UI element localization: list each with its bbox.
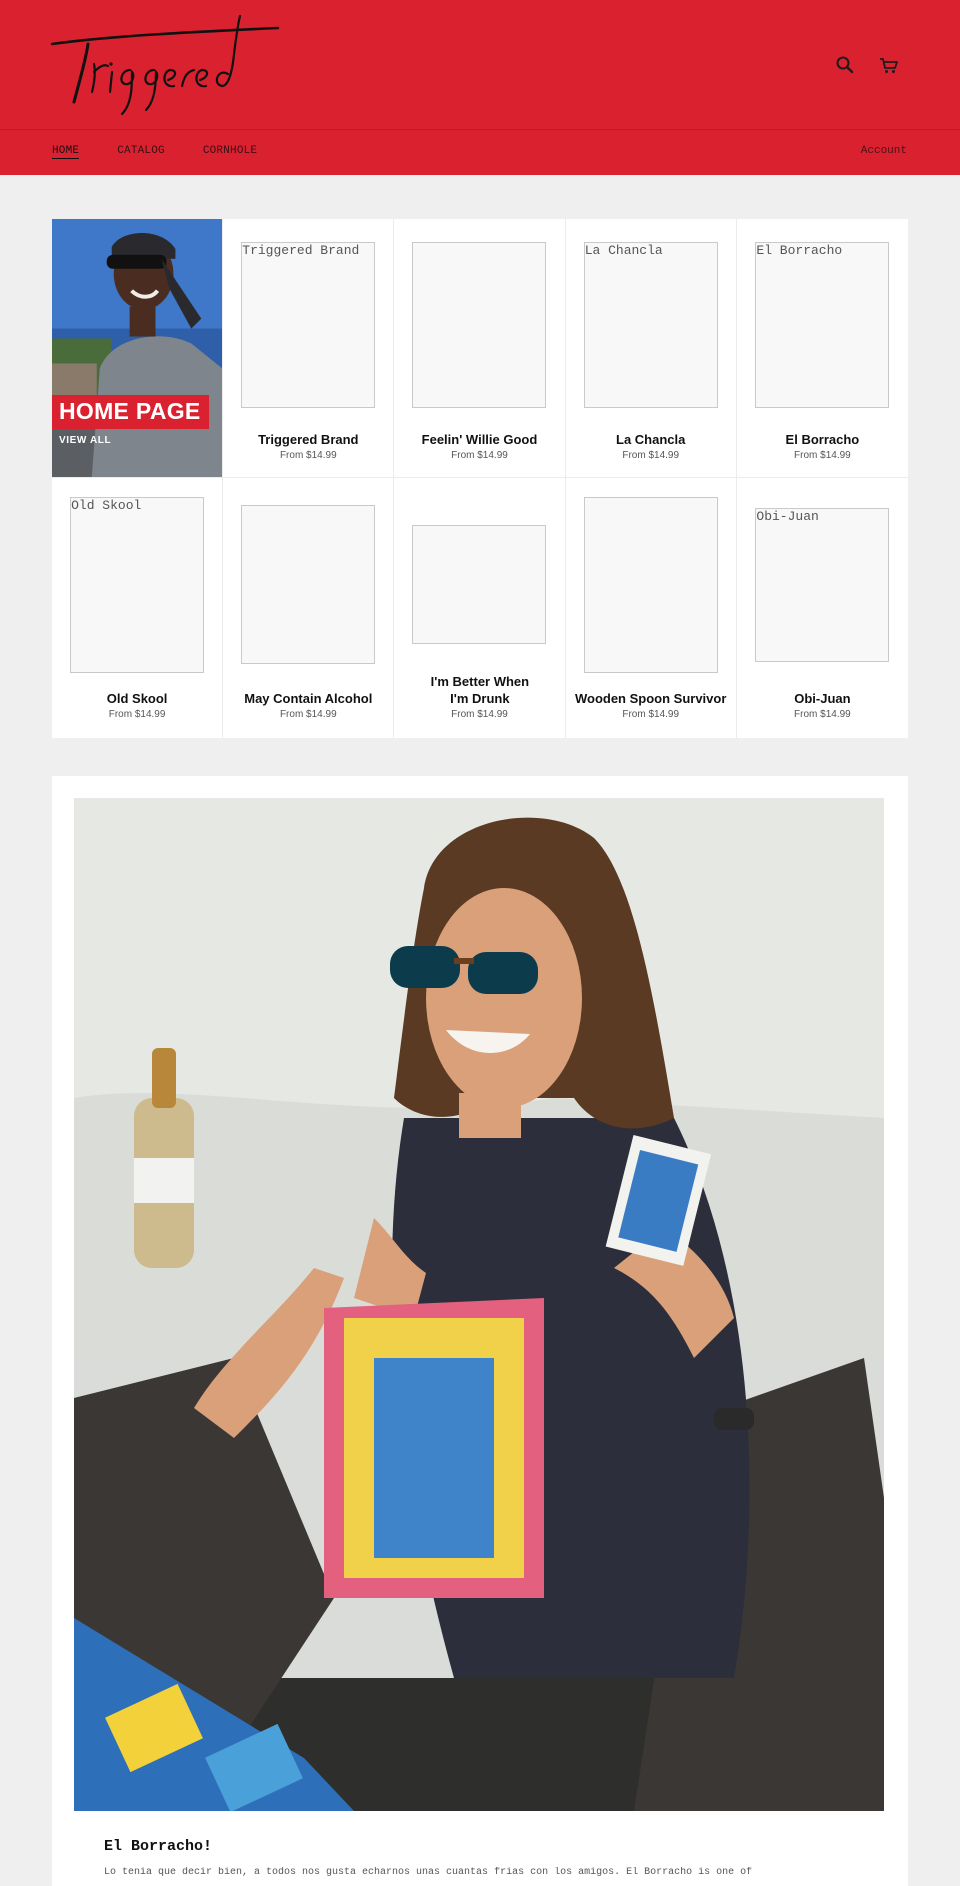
- product-price: From $14.99: [279, 450, 337, 461]
- main-nav: HOME CATALOG CORNHOLE: [52, 145, 257, 159]
- product-grid: HOME PAGE VIEW ALL Triggered Brand Trigg…: [52, 219, 908, 738]
- product-price: From $14.99: [622, 709, 680, 720]
- product-card[interactable]: Old Skool Old Skool From $14.99: [52, 478, 224, 738]
- product-image: Triggered Brand: [241, 242, 376, 408]
- product-title: Wooden Spoon Survivor: [574, 691, 727, 706]
- product-price: From $14.99: [279, 709, 337, 720]
- nav-cornhole[interactable]: CORNHOLE: [203, 145, 257, 159]
- product-title: Triggered Brand: [258, 432, 359, 447]
- nav-catalog[interactable]: CATALOG: [117, 145, 165, 159]
- product-card[interactable]: I'm Better When I'm Drunk From $14.99: [394, 478, 566, 738]
- product-price: From $14.99: [451, 709, 508, 720]
- product-card[interactable]: El Borracho El Borracho From $14.99: [736, 219, 908, 478]
- blog-post-title[interactable]: El Borracho!: [104, 1838, 212, 1855]
- product-title: El Borracho: [785, 432, 860, 447]
- product-image: Old Skool: [70, 497, 205, 673]
- image-alt-text: Triggered Brand: [242, 243, 360, 258]
- home-page-collection-card[interactable]: HOME PAGE VIEW ALL: [52, 219, 224, 478]
- product-card[interactable]: May Contain Alcohol From $14.99: [223, 478, 395, 738]
- product-image: [412, 242, 547, 408]
- product-card[interactable]: La Chancla La Chancla From $14.99: [565, 219, 737, 478]
- product-card[interactable]: Wooden Spoon Survivor From $14.99: [566, 478, 737, 738]
- image-alt-text: La Chancla: [584, 243, 663, 258]
- cart-icon[interactable]: [878, 54, 900, 76]
- triggered-logo[interactable]: [50, 14, 282, 118]
- view-all-link[interactable]: VIEW ALL: [59, 435, 111, 446]
- collection-title: HOME PAGE: [52, 395, 209, 429]
- search-icon[interactable]: [834, 54, 856, 76]
- product-card[interactable]: Obi-Juan Obi-Juan From $14.99: [737, 478, 908, 738]
- product-image: La Chancla: [583, 242, 718, 408]
- blog-photo: [74, 798, 884, 1811]
- image-alt-text: Old Skool: [71, 498, 142, 513]
- product-title: La Chancla: [616, 432, 686, 447]
- product-price: From $14.99: [794, 709, 851, 720]
- blog-post-image[interactable]: [74, 798, 884, 1811]
- product-image: [412, 525, 547, 644]
- product-price: From $14.99: [451, 450, 508, 461]
- image-alt-text: El Borracho: [756, 243, 843, 258]
- header-icons: [834, 54, 900, 76]
- image-alt-text: Obi-Juan: [756, 509, 819, 524]
- nav-home[interactable]: HOME: [52, 145, 80, 159]
- product-price: From $14.99: [108, 709, 166, 720]
- product-title: I'm Better When I'm Drunk: [430, 674, 530, 706]
- product-image: Obi-Juan: [755, 508, 890, 662]
- product-card[interactable]: Feelin' Willie Good From $14.99: [394, 219, 566, 478]
- site-header: HOME CATALOG CORNHOLE Account: [0, 0, 960, 175]
- product-card[interactable]: Triggered Brand Triggered Brand From $14…: [223, 219, 395, 478]
- featured-collection: HOME PAGE VIEW ALL Triggered Brand Trigg…: [52, 219, 908, 738]
- product-title: Feelin' Willie Good: [421, 432, 538, 447]
- blog-post-excerpt: Lo tenia que decir bien, a todos nos gus…: [104, 1867, 753, 1878]
- product-title: Obi-Juan: [794, 691, 851, 706]
- product-image: El Borracho: [755, 242, 890, 408]
- product-price: From $14.99: [794, 450, 851, 461]
- product-title: May Contain Alcohol: [244, 691, 373, 706]
- product-image: [241, 505, 376, 664]
- product-title: Old Skool: [106, 691, 168, 706]
- header-divider: [0, 129, 960, 130]
- account-link[interactable]: Account: [861, 145, 907, 157]
- blog-post-card: El Borracho! Lo tenia que decir bien, a …: [52, 776, 908, 1886]
- product-price: From $14.99: [622, 450, 680, 461]
- product-image: [583, 497, 718, 673]
